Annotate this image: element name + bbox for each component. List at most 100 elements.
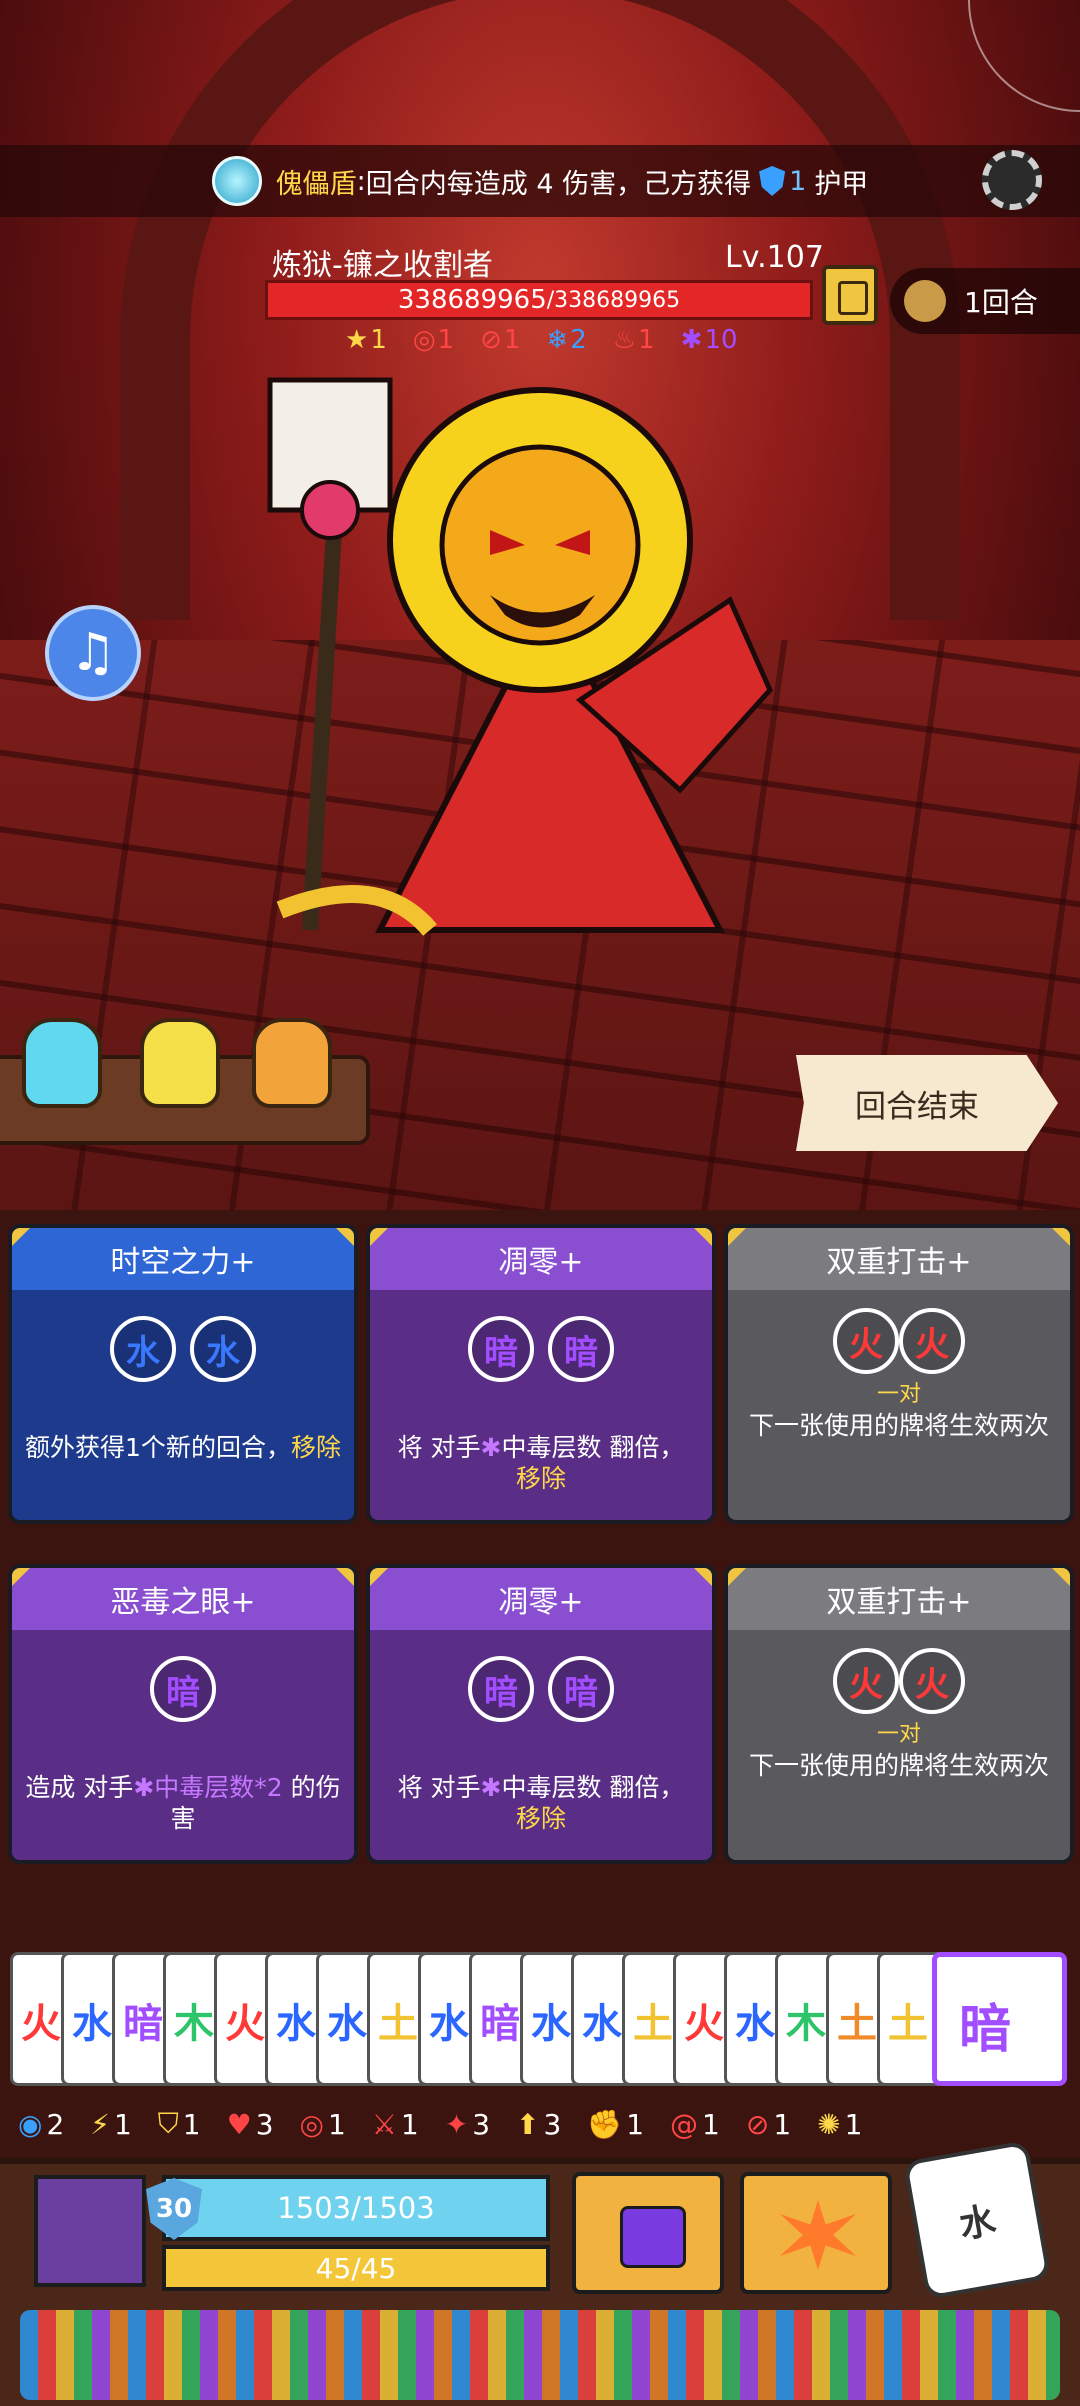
settings-gear-icon[interactable]: [982, 150, 1042, 210]
card-gems: 暗: [12, 1656, 354, 1722]
resource-counter[interactable]: ◎ 1: [300, 2108, 346, 2141]
lock-skill-button[interactable]: [572, 2172, 724, 2294]
card-title: 时空之力+: [12, 1228, 354, 1290]
heart-shield-icon: ♥: [226, 2107, 252, 2141]
potion-slot-2[interactable]: [140, 1018, 220, 1108]
poison-icon: ✱: [480, 1773, 502, 1802]
skill-card[interactable]: 凋零+ 暗 暗 将 对手✱中毒层数 翻倍， 移除: [366, 1224, 716, 1524]
resource-value: 1: [327, 2107, 346, 2141]
dark-gem-icon: 暗: [150, 1656, 216, 1722]
card-title: 恶毒之眼+: [12, 1568, 354, 1630]
spiral-icon: @: [670, 2107, 699, 2141]
player-avatar[interactable]: [34, 2175, 146, 2287]
desc-keyword: 移除: [515, 1464, 566, 1493]
resource-value: 1: [113, 2107, 132, 2141]
status-value: 1: [503, 325, 521, 355]
potion-slot-3[interactable]: [252, 1018, 332, 1108]
resource-counter[interactable]: ⚡ 1: [90, 2108, 132, 2141]
poison-icon: ✱: [480, 1433, 502, 1462]
resource-counter[interactable]: ⊘ 1: [746, 2108, 791, 2141]
codex-button[interactable]: [822, 265, 878, 325]
card-pair-label: [12, 1384, 354, 1408]
card-description: 将 对手✱中毒层数 翻倍， 移除: [370, 1432, 712, 1494]
boss-hp-max: /338689965: [546, 287, 681, 313]
hand-cards: 火水暗木火水水土水暗水水土火水木土土暗: [10, 1952, 1070, 2088]
status-poison[interactable]: ✱ 10: [681, 325, 738, 355]
card-title: 凋零+: [370, 1568, 712, 1630]
player-mp-bar: 45/45: [162, 2245, 550, 2291]
selected-hand-card[interactable]: 暗: [932, 1952, 1067, 2086]
resource-counter[interactable]: ⛉ 1: [158, 2107, 201, 2141]
element-dice[interactable]: 水: [902, 2140, 1052, 2300]
boss-level: Lv.107: [725, 240, 824, 275]
status-star[interactable]: ★ 1: [345, 325, 387, 355]
fire-gem-icon: 火: [899, 1308, 965, 1374]
desc-text: 将 对手: [397, 1433, 481, 1462]
star-icon: ★: [345, 325, 369, 355]
end-turn-button[interactable]: 回合结束: [796, 1055, 1058, 1151]
armor-value: 1: [789, 165, 807, 197]
status-value: 1: [370, 325, 387, 355]
skill-card[interactable]: 双重打击+ 火 火 一对 下一张使用的牌将生效两次: [724, 1224, 1074, 1524]
resource-counter[interactable]: ✦ 3: [445, 2108, 490, 2141]
slash-icon: ⊘: [745, 2107, 770, 2141]
poison-icon: ✱: [133, 1773, 155, 1802]
status-slash[interactable]: ⊘ 1: [480, 325, 520, 355]
potion-slot-1[interactable]: [22, 1018, 102, 1108]
resource-counter[interactable]: ✺ 1: [817, 2108, 862, 2141]
skill-card[interactable]: 双重打击+ 火 火 一对 下一张使用的牌将生效两次: [724, 1564, 1074, 1864]
resource-value: 3: [255, 2107, 274, 2141]
poison-icon: ✱: [680, 325, 703, 355]
resource-counter[interactable]: @1: [670, 2108, 720, 2141]
fire-gem-icon: 火: [899, 1648, 965, 1714]
skill-card[interactable]: 时空之力+ 水 水 额外获得1个新的回合，移除: [8, 1224, 358, 1524]
resource-value: 1: [844, 2107, 863, 2141]
card-description: 下一张使用的牌将生效两次: [728, 1750, 1070, 1781]
status-flame[interactable]: ♨ 1: [613, 325, 655, 355]
resource-row: ◉ 2 ⚡ 1 ⛉ 1 ♥ 3 ◎ 1 ⚔ 1 ✦ 3 ⬆ 3 ✊ 1 @1 ⊘ 1 ✺ 1: [18, 2100, 1068, 2148]
desc-text: 下一张使用的牌将生效两次: [748, 1411, 1049, 1440]
armor-icon: [759, 166, 786, 196]
card-description: 造成 对手✱中毒层数*2 的伤害: [12, 1772, 354, 1834]
resource-counter[interactable]: ⚔ 1: [372, 2108, 419, 2141]
resource-value: 1: [626, 2107, 645, 2141]
flex-icon: ✊: [587, 2107, 623, 2141]
boss-hp-value: 338689965: [397, 285, 547, 315]
boss-sprite[interactable]: [250, 370, 850, 940]
desc-text: 下一张使用的牌将生效两次: [748, 1751, 1049, 1780]
desc-text: 造成 对手: [25, 1773, 134, 1802]
music-toggle-icon[interactable]: ♫: [45, 605, 141, 701]
shield-icon: ⛉: [157, 2107, 179, 2140]
resource-value: 3: [543, 2107, 562, 2141]
card-pair-label: 一对: [876, 1382, 921, 1407]
card-gems: 暗 暗: [370, 1656, 712, 1722]
card-description: 下一张使用的牌将生效两次: [728, 1410, 1070, 1441]
card-title: 凋零+: [370, 1228, 712, 1290]
status-spiral[interactable]: ◎ 1: [413, 325, 454, 355]
skill-card[interactable]: 凋零+ 暗 暗 将 对手✱中毒层数 翻倍， 移除: [366, 1564, 716, 1864]
passive-banner[interactable]: 傀儡盾 : 回合内每造成 4 伤害，己方获得 1 护甲: [0, 145, 1080, 217]
card-gems: 火 火: [728, 1308, 1070, 1374]
card-gems: 火 火: [728, 1648, 1070, 1714]
card-pair-label: 一对: [876, 1722, 921, 1747]
dark-gem-icon: 暗: [468, 1656, 534, 1722]
resource-value: 1: [182, 2107, 201, 2141]
water-gem-icon: 水: [190, 1316, 256, 1382]
boss-name: 炼狱-镰之收割者: [272, 248, 493, 283]
fire-gem-icon: 火: [833, 1308, 899, 1374]
skill-card[interactable]: 恶毒之眼+ 暗 造成 对手✱中毒层数*2 的伤害: [8, 1564, 358, 1864]
deck-strip: [20, 2310, 1060, 2400]
resource-counter[interactable]: ♥ 3: [227, 2108, 274, 2141]
resource-counter[interactable]: ⬆ 3: [516, 2108, 561, 2141]
resource-counter[interactable]: ✊ 1: [587, 2108, 644, 2141]
desc-text: 额外获得1个新的回合，: [25, 1433, 291, 1462]
card-pair-label: [370, 1384, 712, 1408]
spiral-icon: ◎: [412, 325, 436, 355]
burst-skill-button[interactable]: [740, 2172, 892, 2294]
status-snowflake[interactable]: ❄ 2: [546, 325, 586, 355]
desc-text: 将 对手: [397, 1773, 481, 1802]
passive-text: 回合内每造成 4 伤害，己方获得: [365, 168, 752, 200]
resource-counter[interactable]: ◉ 2: [18, 2108, 64, 2141]
card-gems: 暗 暗: [370, 1316, 712, 1382]
card-title: 双重打击+: [728, 1228, 1070, 1290]
